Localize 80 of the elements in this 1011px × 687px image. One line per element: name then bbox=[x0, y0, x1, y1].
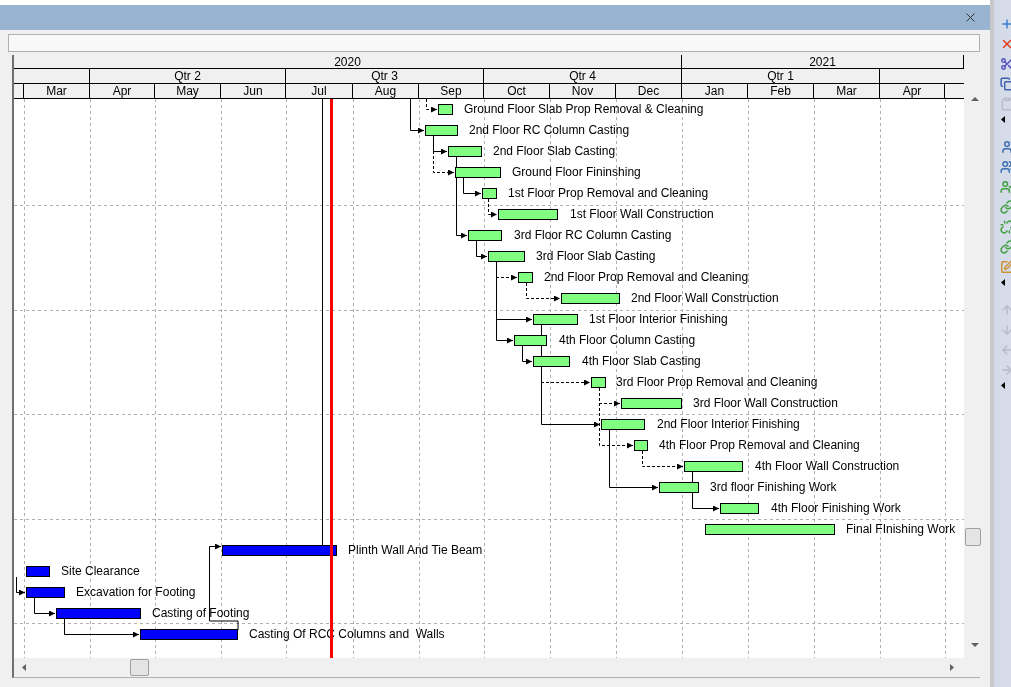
task-bar[interactable] bbox=[621, 398, 682, 409]
task-bar[interactable] bbox=[634, 440, 648, 451]
dependency-line bbox=[16, 576, 26, 596]
task-label: 4th Floor Slab Casting bbox=[582, 354, 701, 368]
task-label: 4th Floor Prop Removal and Cleaning bbox=[659, 438, 860, 452]
month-header: Apr bbox=[90, 84, 155, 98]
month-header: May bbox=[155, 84, 221, 98]
dependency-line bbox=[522, 345, 533, 365]
task-label: 3rd Floor RC Column Casting bbox=[514, 228, 672, 242]
task-label: 3rd Floor Wall Construction bbox=[693, 396, 838, 410]
task-bar[interactable] bbox=[455, 167, 501, 178]
task-bar[interactable] bbox=[514, 335, 547, 346]
scroll-down-icon[interactable] bbox=[971, 643, 979, 647]
task-bar[interactable] bbox=[468, 230, 502, 241]
task-bar[interactable] bbox=[482, 188, 497, 199]
month-header: Dec bbox=[616, 84, 682, 98]
task-bar[interactable] bbox=[518, 272, 533, 283]
month-header: Sep bbox=[419, 84, 484, 98]
task-label: 2nd Floor Interior Finishing bbox=[657, 417, 800, 431]
quarter-header: Qtr 1 bbox=[682, 69, 880, 83]
task-label: Ground Floor Slab Prop Removal & Cleaning bbox=[464, 102, 704, 116]
task-bar[interactable] bbox=[533, 314, 578, 325]
task-label: Final FInishing Work bbox=[846, 522, 956, 536]
scrollbar-thumb[interactable] bbox=[965, 528, 981, 546]
scroll-right-icon[interactable] bbox=[950, 664, 954, 671]
task-bar[interactable] bbox=[705, 524, 835, 535]
task-label: 2nd Floor Prop Removal and Cleaning bbox=[544, 270, 749, 284]
task-label: 1st Floor Prop Removal and Cleaning bbox=[508, 186, 709, 200]
task-label: 2nd Floor RC Column Casting bbox=[469, 123, 630, 137]
month-header: Mar bbox=[814, 84, 880, 98]
month-header: Feb bbox=[748, 84, 814, 98]
caret-icon[interactable] bbox=[1001, 279, 1005, 286]
task-bar[interactable] bbox=[498, 209, 558, 220]
caret-icon[interactable] bbox=[1001, 382, 1005, 389]
task-label: Ground Floor Fininshing bbox=[512, 165, 641, 179]
month-header: Jul bbox=[286, 84, 353, 98]
scroll-up-icon[interactable] bbox=[971, 97, 979, 101]
caret-icon[interactable] bbox=[1001, 116, 1005, 123]
month-header: Apr bbox=[880, 84, 945, 98]
month-header: Jun bbox=[221, 84, 286, 98]
dependency-line bbox=[488, 198, 498, 218]
month-header: Aug bbox=[353, 84, 419, 98]
task-label: Casting of Footing bbox=[152, 606, 250, 620]
dependency-line bbox=[34, 597, 56, 617]
task-bar[interactable] bbox=[561, 293, 620, 304]
task-label: 1st Floor Interior Finishing bbox=[589, 312, 728, 326]
scroll-left-icon[interactable] bbox=[22, 664, 26, 671]
quarter-header: Qtr 4 bbox=[484, 69, 682, 83]
dependency-line bbox=[476, 240, 488, 260]
task-label: 3rd Floor Slab Casting bbox=[536, 249, 656, 263]
task-label: Excavation for Footing bbox=[76, 585, 196, 599]
task-label: 4th Floor Wall Construction bbox=[755, 459, 900, 473]
task-bar[interactable] bbox=[591, 377, 606, 388]
close-icon[interactable] bbox=[963, 10, 978, 25]
scrollbar-thumb[interactable] bbox=[130, 659, 149, 676]
task-label: Site Clearance bbox=[61, 564, 140, 578]
quarter-header: Qtr 2 bbox=[90, 69, 286, 83]
task-bar[interactable] bbox=[659, 482, 699, 493]
task-label: 2nd Floor Wall Construction bbox=[631, 291, 779, 305]
task-label: 4th Floor Column Casting bbox=[559, 333, 696, 347]
task-bar[interactable] bbox=[533, 356, 570, 367]
task-bar[interactable] bbox=[720, 503, 759, 514]
year-header: 2020 bbox=[14, 55, 682, 68]
task-bar[interactable] bbox=[438, 104, 453, 115]
month-header: Mar bbox=[24, 84, 90, 98]
task-label: 2nd Floor Slab Casting bbox=[493, 144, 616, 158]
task-label: 3rd floor Finishing Work bbox=[710, 480, 837, 494]
quarter-header: Qtr 3 bbox=[286, 69, 484, 83]
task-bar[interactable] bbox=[425, 125, 458, 136]
task-label: 3rd Floor Prop Removal and Cleaning bbox=[616, 375, 818, 389]
task-bar[interactable] bbox=[601, 419, 645, 430]
month-header: Nov bbox=[550, 84, 616, 98]
task-label: 1st Floor Wall Construction bbox=[570, 207, 714, 221]
task-label: Plinth Wall And Tie Beam bbox=[348, 543, 483, 557]
task-label: 4th Floor Finishing Work bbox=[771, 501, 901, 515]
month-header: Oct bbox=[484, 84, 550, 98]
task-bar[interactable] bbox=[488, 251, 525, 262]
task-bar[interactable] bbox=[684, 461, 743, 472]
month-header: Jan bbox=[682, 84, 748, 98]
task-bar[interactable] bbox=[448, 146, 482, 157]
